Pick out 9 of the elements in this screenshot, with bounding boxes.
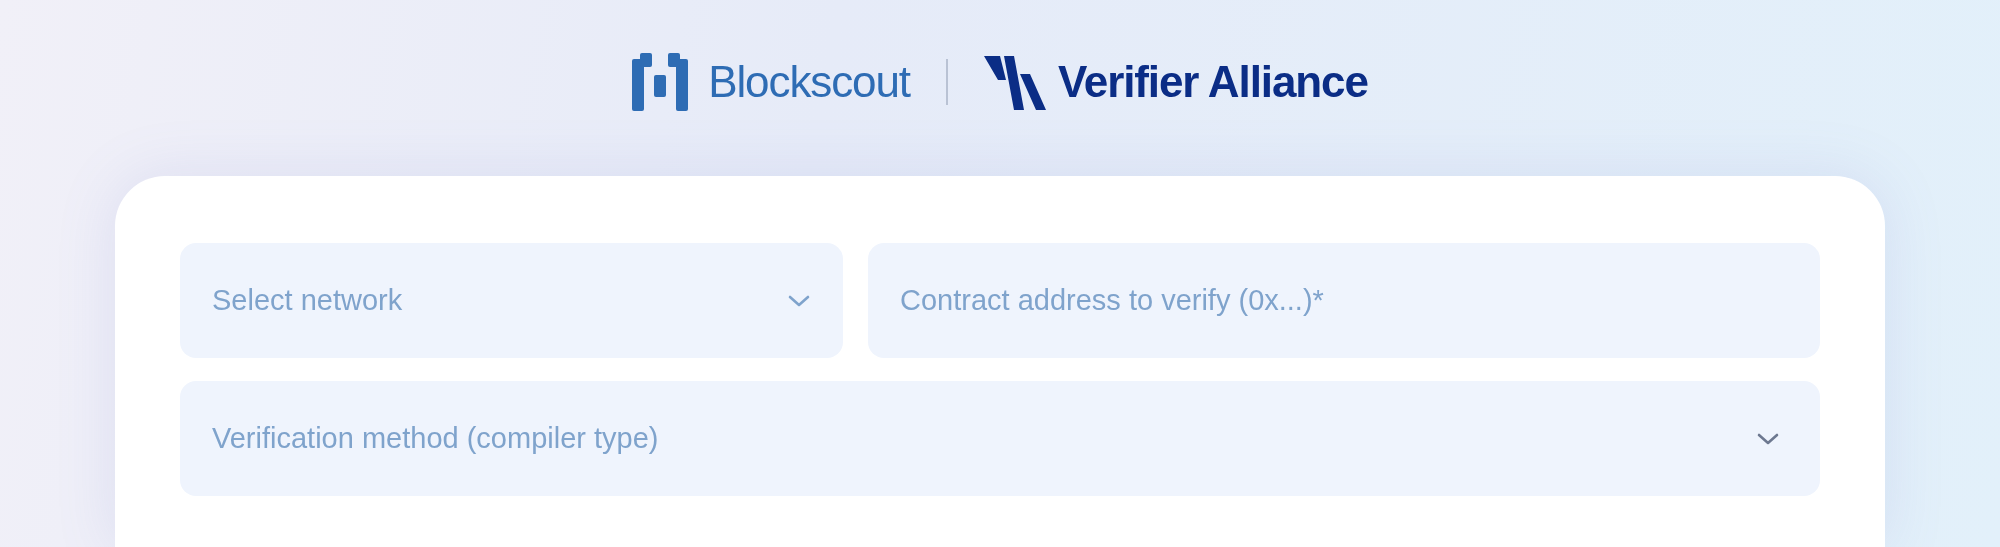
blockscout-logo-icon: [632, 53, 689, 111]
partner-name: Verifier Alliance: [1057, 56, 1368, 108]
verifier-alliance-logo-icon: [983, 54, 1046, 110]
chevron-down-icon: [787, 293, 811, 308]
brand-name: Blockscout: [708, 56, 910, 108]
network-select[interactable]: Select network: [180, 243, 843, 358]
chevron-down-icon: [1756, 431, 1780, 446]
verification-method-select[interactable]: Verification method (compiler type): [180, 381, 1820, 496]
contract-address-field[interactable]: Contract address to verify (0x...)*: [868, 243, 1820, 358]
